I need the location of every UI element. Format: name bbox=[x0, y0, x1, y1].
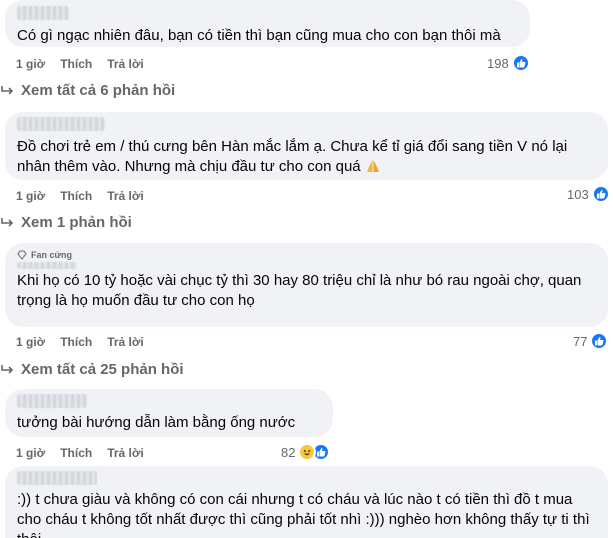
reaction-summary[interactable]: 82 bbox=[281, 443, 331, 461]
comment-actions: 1 giờ Thích Trả lời bbox=[16, 57, 144, 71]
reaction-summary[interactable]: 198 bbox=[487, 54, 530, 72]
comment: Fan cứng Khi họ có 10 tỷ hoặc vài chục t… bbox=[0, 243, 613, 353]
reply-arrow-icon bbox=[1, 364, 14, 374]
author-name-blurred[interactable] bbox=[17, 394, 87, 408]
author-name-blurred[interactable] bbox=[17, 471, 97, 485]
view-replies-link[interactable]: Xem tất cả 6 phản hồi bbox=[0, 82, 175, 99]
comment-bubble: :)) t chưa giàu và không có con cái nhưn… bbox=[5, 466, 608, 538]
fan-badge: Fan cứng bbox=[17, 250, 596, 260]
comment-text: Có gì ngạc nhiên đâu, bạn có tiền thì bạ… bbox=[17, 26, 518, 47]
like-button[interactable]: Thích bbox=[60, 335, 92, 349]
author-name-blurred[interactable] bbox=[17, 117, 105, 131]
comment-text: tưởng bài hướng dẫn làm bằng ống nước PV… bbox=[17, 414, 296, 437]
like-reaction-icon bbox=[511, 54, 530, 72]
reaction-count: 198 bbox=[487, 55, 509, 71]
author-name-blurred[interactable] bbox=[17, 262, 77, 269]
comment-text: Đồ chơi trẻ em / thú cưng bên Hàn mắc lắ… bbox=[17, 137, 596, 180]
comment-bubble: Đồ chơi trẻ em / thú cưng bên Hàn mắc lắ… bbox=[5, 112, 608, 180]
comment-actions: 1 giờ Thích Trả lời bbox=[16, 335, 144, 349]
reaction-summary[interactable]: 103 bbox=[567, 185, 610, 203]
comment-bubble: tưởng bài hướng dẫn làm bằng ống nước PV… bbox=[5, 389, 333, 437]
comment-text: :)) t chưa giàu và không có con cái nhưn… bbox=[17, 491, 590, 538]
pray-emoji-icon bbox=[365, 158, 381, 180]
like-reaction-icon bbox=[590, 332, 609, 350]
like-button[interactable]: Thích bbox=[60, 189, 92, 203]
reply-arrow-icon bbox=[1, 217, 14, 227]
diamond-icon bbox=[17, 250, 27, 260]
reply-button[interactable]: Trả lời bbox=[107, 57, 144, 71]
view-replies-link[interactable]: Xem 1 phản hồi bbox=[0, 214, 132, 231]
reaction-count: 82 bbox=[281, 444, 296, 460]
comment-time[interactable]: 1 giờ bbox=[16, 57, 45, 71]
comment-text: Khi họ có 10 tỷ hoặc vài chục tỷ thì 30 … bbox=[17, 272, 582, 309]
view-replies-link[interactable]: Xem tất cả 25 phản hồi bbox=[0, 361, 184, 378]
reaction-count: 77 bbox=[573, 333, 588, 349]
comment: Có gì ngạc nhiên đâu, bạn có tiền thì bạ… bbox=[0, 0, 613, 80]
comment: Đồ chơi trẻ em / thú cưng bên Hàn mắc lắ… bbox=[0, 112, 613, 207]
comment-time[interactable]: 1 giờ bbox=[16, 335, 45, 349]
comment-time[interactable]: 1 giờ bbox=[16, 446, 45, 460]
comment-actions: 1 giờ Thích Trả lời bbox=[16, 446, 144, 460]
reply-button[interactable]: Trả lời bbox=[107, 335, 144, 349]
comment-time[interactable]: 1 giờ bbox=[16, 189, 45, 203]
like-button[interactable]: Thích bbox=[60, 446, 92, 460]
reply-arrow-icon bbox=[1, 85, 14, 95]
like-reaction-icon bbox=[591, 185, 610, 203]
reply-button[interactable]: Trả lời bbox=[107, 189, 144, 203]
reply-button[interactable]: Trả lời bbox=[107, 446, 144, 460]
reaction-summary[interactable]: 77 bbox=[573, 332, 609, 350]
like-button[interactable]: Thích bbox=[60, 57, 92, 71]
reaction-count: 103 bbox=[567, 186, 589, 202]
comment: :)) t chưa giàu và không có con cái nhưn… bbox=[0, 466, 613, 538]
comment-bubble: Có gì ngạc nhiên đâu, bạn có tiền thì bạ… bbox=[5, 0, 530, 47]
author-name-blurred[interactable] bbox=[17, 6, 69, 20]
comment-bubble: Fan cứng Khi họ có 10 tỷ hoặc vài chục t… bbox=[5, 243, 608, 327]
comment-actions: 1 giờ Thích Trả lời bbox=[16, 189, 144, 203]
comment: tưởng bài hướng dẫn làm bằng ống nước PV… bbox=[0, 389, 613, 464]
